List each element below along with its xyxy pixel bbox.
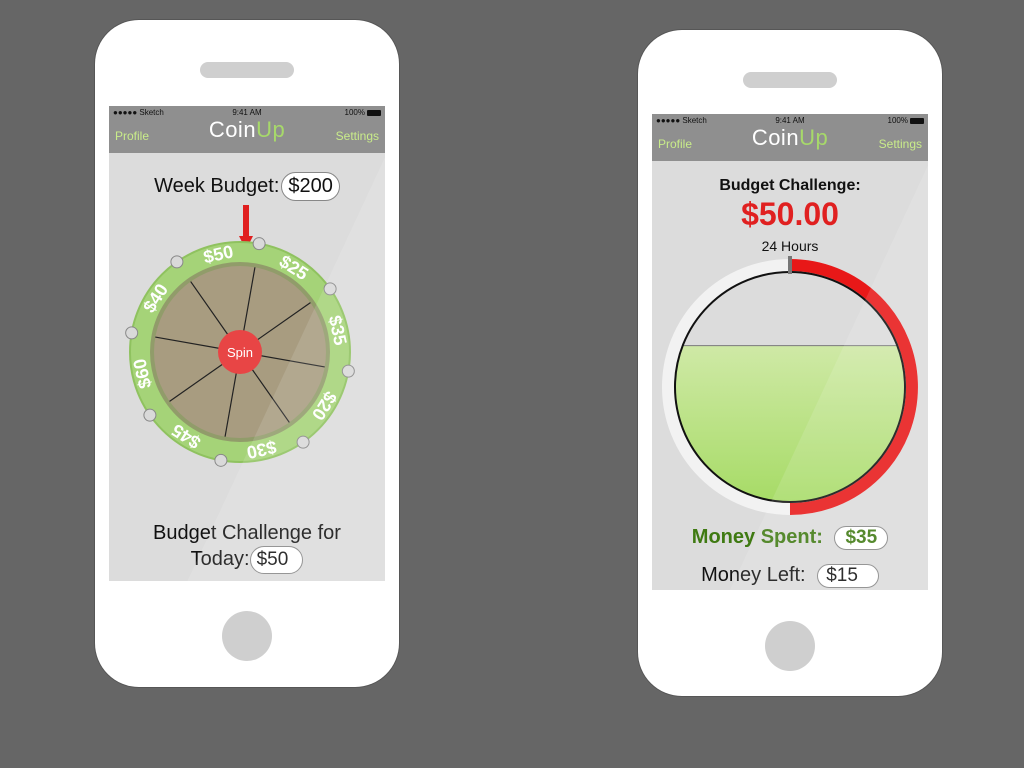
phone-mockup-left: ●●●●● Sketch 9:41 AM 100% Profile CoinUp… bbox=[95, 20, 399, 687]
money-spent-label: Money Spent: bbox=[691, 526, 823, 548]
phone-mockup-right: ●●●●● Sketch 9:41 AM 100% Profile CoinUp… bbox=[638, 30, 942, 696]
money-left-input[interactable]: $15 bbox=[817, 564, 879, 588]
speaker-grille bbox=[743, 72, 837, 88]
wheel-peg bbox=[214, 453, 228, 467]
money-spent-input[interactable]: $35 bbox=[834, 526, 889, 550]
budget-gauge bbox=[662, 256, 918, 515]
wheel-peg bbox=[143, 408, 157, 422]
wheel-peg bbox=[323, 282, 337, 296]
home-button[interactable] bbox=[765, 621, 815, 671]
wheel-peg bbox=[170, 255, 184, 269]
screen-right: ●●●●● Sketch 9:41 AM 100% Profile CoinUp… bbox=[652, 114, 928, 590]
timer-marker bbox=[788, 256, 792, 274]
money-left-row: Money Left: $15 bbox=[652, 564, 928, 588]
money-left-label: Money Left: bbox=[701, 564, 806, 586]
wheel-peg bbox=[252, 237, 266, 251]
wheel-peg bbox=[341, 364, 355, 378]
challenge-today-label-line2: Today: bbox=[190, 548, 250, 570]
screen-left: ●●●●● Sketch 9:41 AM 100% Profile CoinUp… bbox=[109, 106, 385, 581]
challenge-today-line2: Today: $50 bbox=[109, 546, 385, 574]
challenge-today-block: Budget Challenge for Today: $50 bbox=[109, 520, 385, 574]
spin-label: Spin bbox=[227, 345, 253, 360]
wheel-peg bbox=[296, 435, 310, 449]
speaker-grille bbox=[200, 62, 294, 78]
challenge-today-label-line1: Budget Challenge for bbox=[153, 522, 341, 544]
home-button[interactable] bbox=[222, 611, 272, 661]
challenge-today-input[interactable]: $50 bbox=[249, 546, 304, 574]
wheel-peg bbox=[125, 326, 139, 340]
money-spent-row: Money Spent: $35 bbox=[652, 526, 928, 550]
budget-wheel[interactable]: $50 $25$35$20$30$45$60$40 Spin bbox=[109, 106, 385, 581]
